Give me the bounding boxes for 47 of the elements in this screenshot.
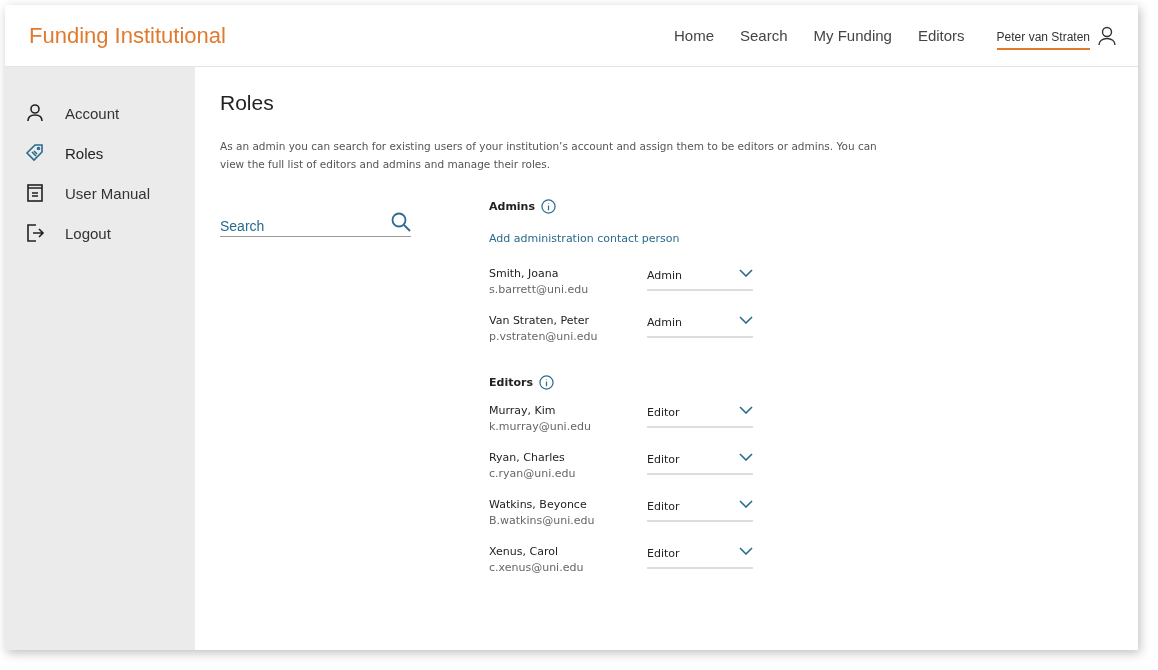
person-email: k.murray@uni.edu xyxy=(489,420,592,433)
logout-icon xyxy=(25,223,45,243)
sidebar-item[interactable]: Roles xyxy=(5,133,195,173)
info-icon[interactable] xyxy=(541,199,556,214)
person-email: B.watkins@uni.edu xyxy=(489,514,596,527)
nav-link[interactable]: My Funding xyxy=(813,27,892,44)
sidebar-item[interactable]: User Manual xyxy=(5,173,195,213)
role-dropdown[interactable]: Editor xyxy=(647,498,753,522)
nav-link[interactable]: Editors xyxy=(917,27,965,44)
sidebar-item[interactable]: Account xyxy=(5,93,195,133)
info-icon[interactable] xyxy=(538,375,554,390)
person-email: s.barrett@uni.edu xyxy=(489,283,590,296)
search-field[interactable]: Search xyxy=(220,207,411,237)
chevron-down-icon xyxy=(739,453,753,461)
nav-link[interactable]: Search xyxy=(740,27,788,44)
person-name: Van Straten, Peter xyxy=(489,314,591,327)
nav-link[interactable]: Home xyxy=(674,27,714,44)
chevron-down-icon xyxy=(739,547,753,555)
tag-icon xyxy=(25,143,45,163)
role-dropdown[interactable]: Admin xyxy=(647,267,753,291)
add-contact-link[interactable]: Add administration contact person xyxy=(489,232,753,245)
search-icon[interactable] xyxy=(391,212,411,232)
person-name: Murray, Kim xyxy=(489,404,557,417)
chevron-down-icon xyxy=(739,316,753,324)
person-icon xyxy=(25,103,45,123)
person-email: c.ryan@uni.edu xyxy=(489,467,577,480)
person-email: p.vstraten@uni.edu xyxy=(489,330,599,343)
person-name: Smith, Joana xyxy=(489,267,560,280)
person-name: Watkins, Beyonce xyxy=(489,498,588,511)
group-title: Admins xyxy=(489,200,535,213)
person-name: Xenus, Carol xyxy=(489,545,559,558)
user-icon[interactable] xyxy=(1098,25,1116,46)
role-dropdown[interactable]: Editor xyxy=(647,545,753,569)
page-title: Roles xyxy=(220,91,275,115)
user-link[interactable]: Peter van Straten xyxy=(996,25,1090,50)
role-dropdown[interactable]: Editor xyxy=(647,451,753,475)
sidebar-item[interactable]: Logout xyxy=(5,213,195,253)
book-icon xyxy=(25,183,45,203)
chevron-down-icon xyxy=(739,500,753,508)
page-description: As an admin you can search for existing users of your institution’s account and assign them to be editors or admins. You can view the full list of editors and admins and manage their roles. xyxy=(220,139,878,172)
chevron-down-icon xyxy=(739,406,753,414)
person-email: c.xenus@uni.edu xyxy=(489,561,585,574)
role-dropdown[interactable]: Admin xyxy=(647,314,753,338)
chevron-down-icon xyxy=(739,269,753,277)
role-dropdown[interactable]: Editor xyxy=(647,404,753,428)
person-name: Ryan, Charles xyxy=(489,451,566,464)
group-title: Editors xyxy=(489,376,533,389)
